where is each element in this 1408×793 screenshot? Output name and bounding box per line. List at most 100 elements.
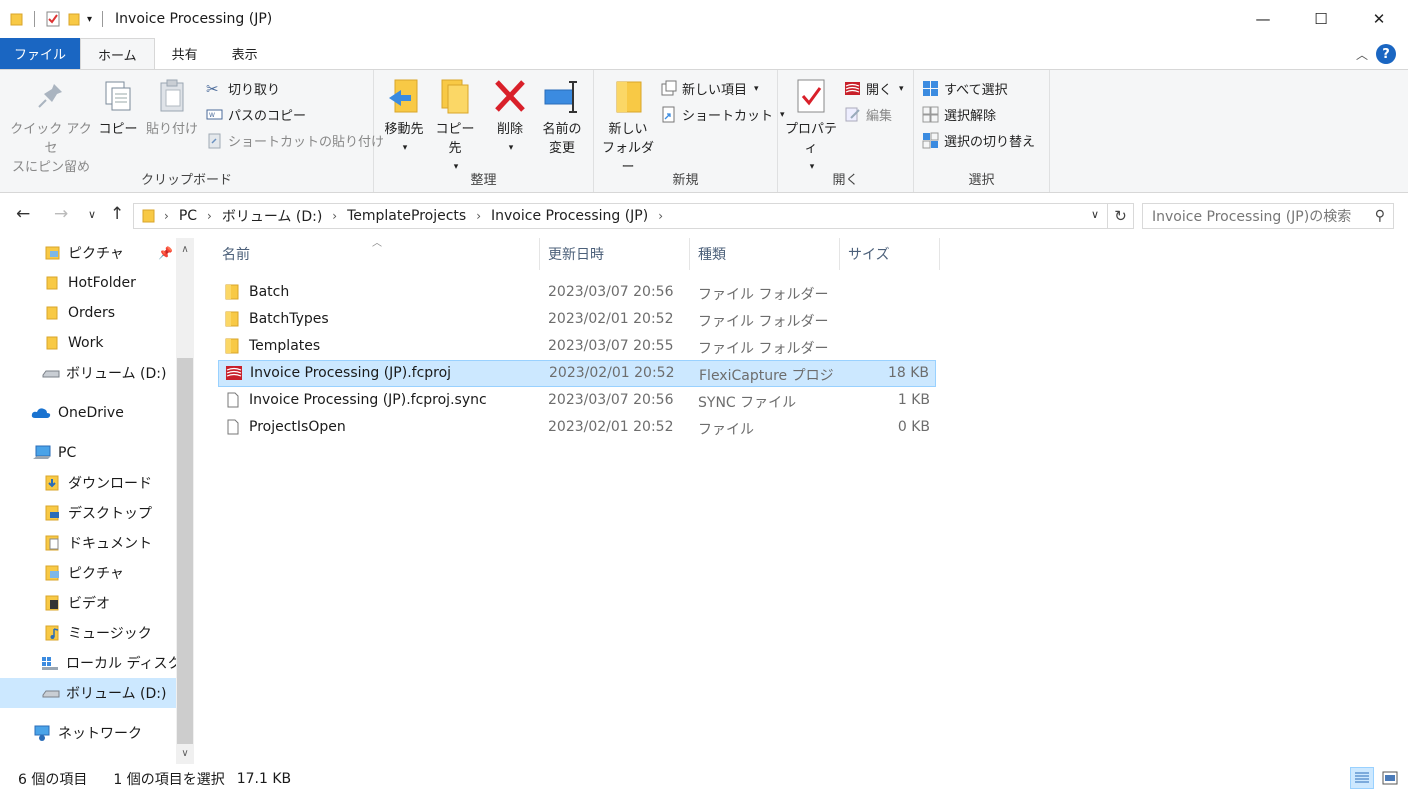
edit-icon	[845, 107, 860, 122]
file-size: 18 KB	[887, 365, 929, 381]
nav-item-pictures-quick[interactable]: ピクチャ	[0, 238, 176, 268]
address-history-chevron-icon[interactable]: ∨	[1091, 208, 1099, 221]
nav-item-documents[interactable]: ドキュメント	[0, 528, 176, 558]
pin-to-quick-access-button[interactable]: クイック アクセ スにピン留め	[8, 76, 94, 177]
videos-icon	[44, 595, 62, 611]
nav-item-network[interactable]: ネットワーク	[0, 718, 176, 748]
back-arrow-icon[interactable]: ←	[16, 204, 30, 224]
file-date: 2023/02/01 20:52	[548, 311, 674, 327]
nav-item-pc[interactable]: PC	[0, 438, 176, 468]
table-row[interactable]: ProjectIsOpen 2023/02/01 20:52 ファイル 0 KB	[218, 415, 936, 440]
tab-view[interactable]: 表示	[215, 38, 275, 69]
nav-item-volume-d[interactable]: ボリューム (D:)	[0, 678, 176, 708]
new-item-button[interactable]: 新しい項目 ▾	[660, 79, 759, 98]
breadcrumb-separator-icon[interactable]: ›	[207, 209, 212, 223]
search-input[interactable]: Invoice Processing (JP)の検索 ⚲	[1142, 203, 1394, 229]
refresh-button[interactable]: ↻	[1108, 203, 1134, 229]
select-all-label: すべて選択	[944, 83, 1008, 98]
edit-label: 編集	[866, 109, 893, 124]
breadcrumb-pc[interactable]: PC	[179, 208, 197, 224]
file-icon	[227, 419, 239, 435]
nav-item-local-disk-c[interactable]: ローカル ディスク (C:)	[0, 648, 176, 678]
shortcut-button[interactable]: ショートカット ▾	[660, 105, 785, 124]
nav-item-onedrive[interactable]: OneDrive	[0, 398, 176, 428]
breadcrumb-templateprojects[interactable]: TemplateProjects	[347, 208, 466, 224]
address-bar[interactable]: › PC › ボリューム (D:) › TemplateProjects › I…	[133, 203, 1108, 229]
nav-item-hotfolder[interactable]: HotFolder	[0, 268, 176, 298]
breadcrumb-separator-icon[interactable]: ›	[476, 209, 481, 223]
details-view-button[interactable]	[1350, 767, 1374, 789]
copy-path-button[interactable]: W パスのコピー	[206, 105, 306, 124]
file-name: Templates	[249, 338, 321, 354]
breadcrumb-invoice-processing[interactable]: Invoice Processing (JP)	[491, 208, 648, 224]
scroll-down-arrow-icon[interactable]: ∨	[176, 744, 194, 762]
breadcrumb-separator-icon[interactable]: ›	[332, 209, 337, 223]
rename-label-line2: 変更	[548, 141, 575, 156]
table-row[interactable]: Batch 2023/03/07 20:56 ファイル フォルダー	[218, 280, 936, 305]
new-folder-button[interactable]: 新しい フォルダー	[598, 76, 658, 177]
properties-label: プロパティ	[784, 122, 837, 156]
collapse-ribbon-icon[interactable]: ︿	[1356, 46, 1368, 63]
recent-locations-chevron-icon[interactable]: ∨	[88, 208, 96, 221]
file-date: 2023/03/07 20:56	[548, 392, 674, 408]
column-header-date[interactable]: 更新日時	[540, 238, 690, 270]
pinned-icon[interactable]: 📌	[158, 246, 173, 260]
ribbon-controls: ︿ ?	[1356, 44, 1396, 64]
new-item-label: 新しい項目	[682, 83, 748, 98]
column-header-name[interactable]: 名前	[214, 238, 540, 270]
close-button[interactable]: ✕	[1350, 0, 1408, 38]
cut-button[interactable]: ✂ 切り取り	[206, 79, 280, 98]
table-row[interactable]: BatchTypes 2023/02/01 20:52 ファイル フォルダー	[218, 307, 936, 332]
copy-button[interactable]: コピー	[98, 76, 138, 139]
nav-item-desktop[interactable]: デスクトップ	[0, 498, 176, 528]
large-icons-view-button[interactable]	[1378, 767, 1402, 789]
details-view-icon	[1355, 772, 1369, 783]
tab-home[interactable]: ホーム	[80, 38, 155, 70]
new-folder-icon[interactable]	[67, 12, 81, 26]
nav-item-videos[interactable]: ビデオ	[0, 588, 176, 618]
nav-item-music[interactable]: ミュージック	[0, 618, 176, 648]
new-folder-icon	[616, 81, 642, 113]
delete-button[interactable]: 削除 ▾	[490, 76, 530, 158]
nav-item-work[interactable]: Work	[0, 328, 176, 358]
column-header-size[interactable]: サイズ	[840, 238, 940, 270]
table-row[interactable]: Invoice Processing (JP).fcproj 2023/02/0…	[218, 360, 936, 387]
pin-icon	[38, 84, 62, 108]
table-row[interactable]: Invoice Processing (JP).fcproj.sync 2023…	[218, 388, 936, 413]
column-header-type[interactable]: 種類	[690, 238, 840, 270]
select-none-label: 選択解除	[944, 109, 997, 124]
tab-file[interactable]: ファイル	[0, 38, 81, 69]
nav-item-orders[interactable]: Orders	[0, 298, 176, 328]
rename-button[interactable]: 名前の 変更	[538, 76, 586, 158]
minimize-button[interactable]: —	[1234, 0, 1292, 38]
help-icon[interactable]: ?	[1376, 44, 1396, 64]
nav-scrollbar[interactable]: ∧ ∨	[176, 238, 194, 764]
move-to-button[interactable]: 移動先 ▾	[380, 76, 428, 158]
maximize-button[interactable]: ☐	[1292, 0, 1350, 38]
properties-check-icon[interactable]	[45, 11, 61, 27]
nav-item-pictures[interactable]: ピクチャ	[0, 558, 176, 588]
properties-button[interactable]: プロパティ ▾	[782, 76, 840, 177]
paste-shortcut-button[interactable]: ショートカットの貼り付け	[206, 131, 384, 150]
scroll-up-arrow-icon[interactable]: ∧	[176, 240, 194, 258]
file-date: 2023/02/01 20:52	[549, 365, 675, 381]
open-button[interactable]: 開く ▾	[844, 79, 904, 98]
customize-toolbar-dropdown-icon[interactable]: ▾	[87, 14, 92, 25]
forward-arrow-icon[interactable]: →	[54, 204, 68, 224]
edit-button[interactable]: 編集	[844, 105, 892, 124]
up-arrow-icon[interactable]: ↑	[110, 204, 124, 224]
select-none-button[interactable]: 選択解除	[922, 105, 996, 124]
copy-to-button[interactable]: コピー先 ▾	[430, 76, 480, 177]
windows-drive-icon	[40, 655, 60, 671]
breadcrumb-separator-icon[interactable]: ›	[658, 209, 663, 223]
nav-scrollbar-thumb[interactable]	[177, 358, 193, 744]
select-all-button[interactable]: すべて選択	[922, 79, 1008, 98]
invert-selection-button[interactable]: 選択の切り替え	[922, 131, 1035, 150]
tab-share[interactable]: 共有	[155, 38, 215, 69]
table-row[interactable]: Templates 2023/03/07 20:55 ファイル フォルダー	[218, 334, 936, 359]
nav-item-volume-d-quick[interactable]: ボリューム (D:)	[0, 358, 176, 388]
breadcrumb-volume-d[interactable]: ボリューム (D:)	[222, 206, 322, 226]
nav-item-downloads[interactable]: ダウンロード	[0, 468, 176, 498]
invert-selection-label: 選択の切り替え	[944, 135, 1036, 150]
paste-button[interactable]: 貼り付け	[144, 76, 200, 139]
